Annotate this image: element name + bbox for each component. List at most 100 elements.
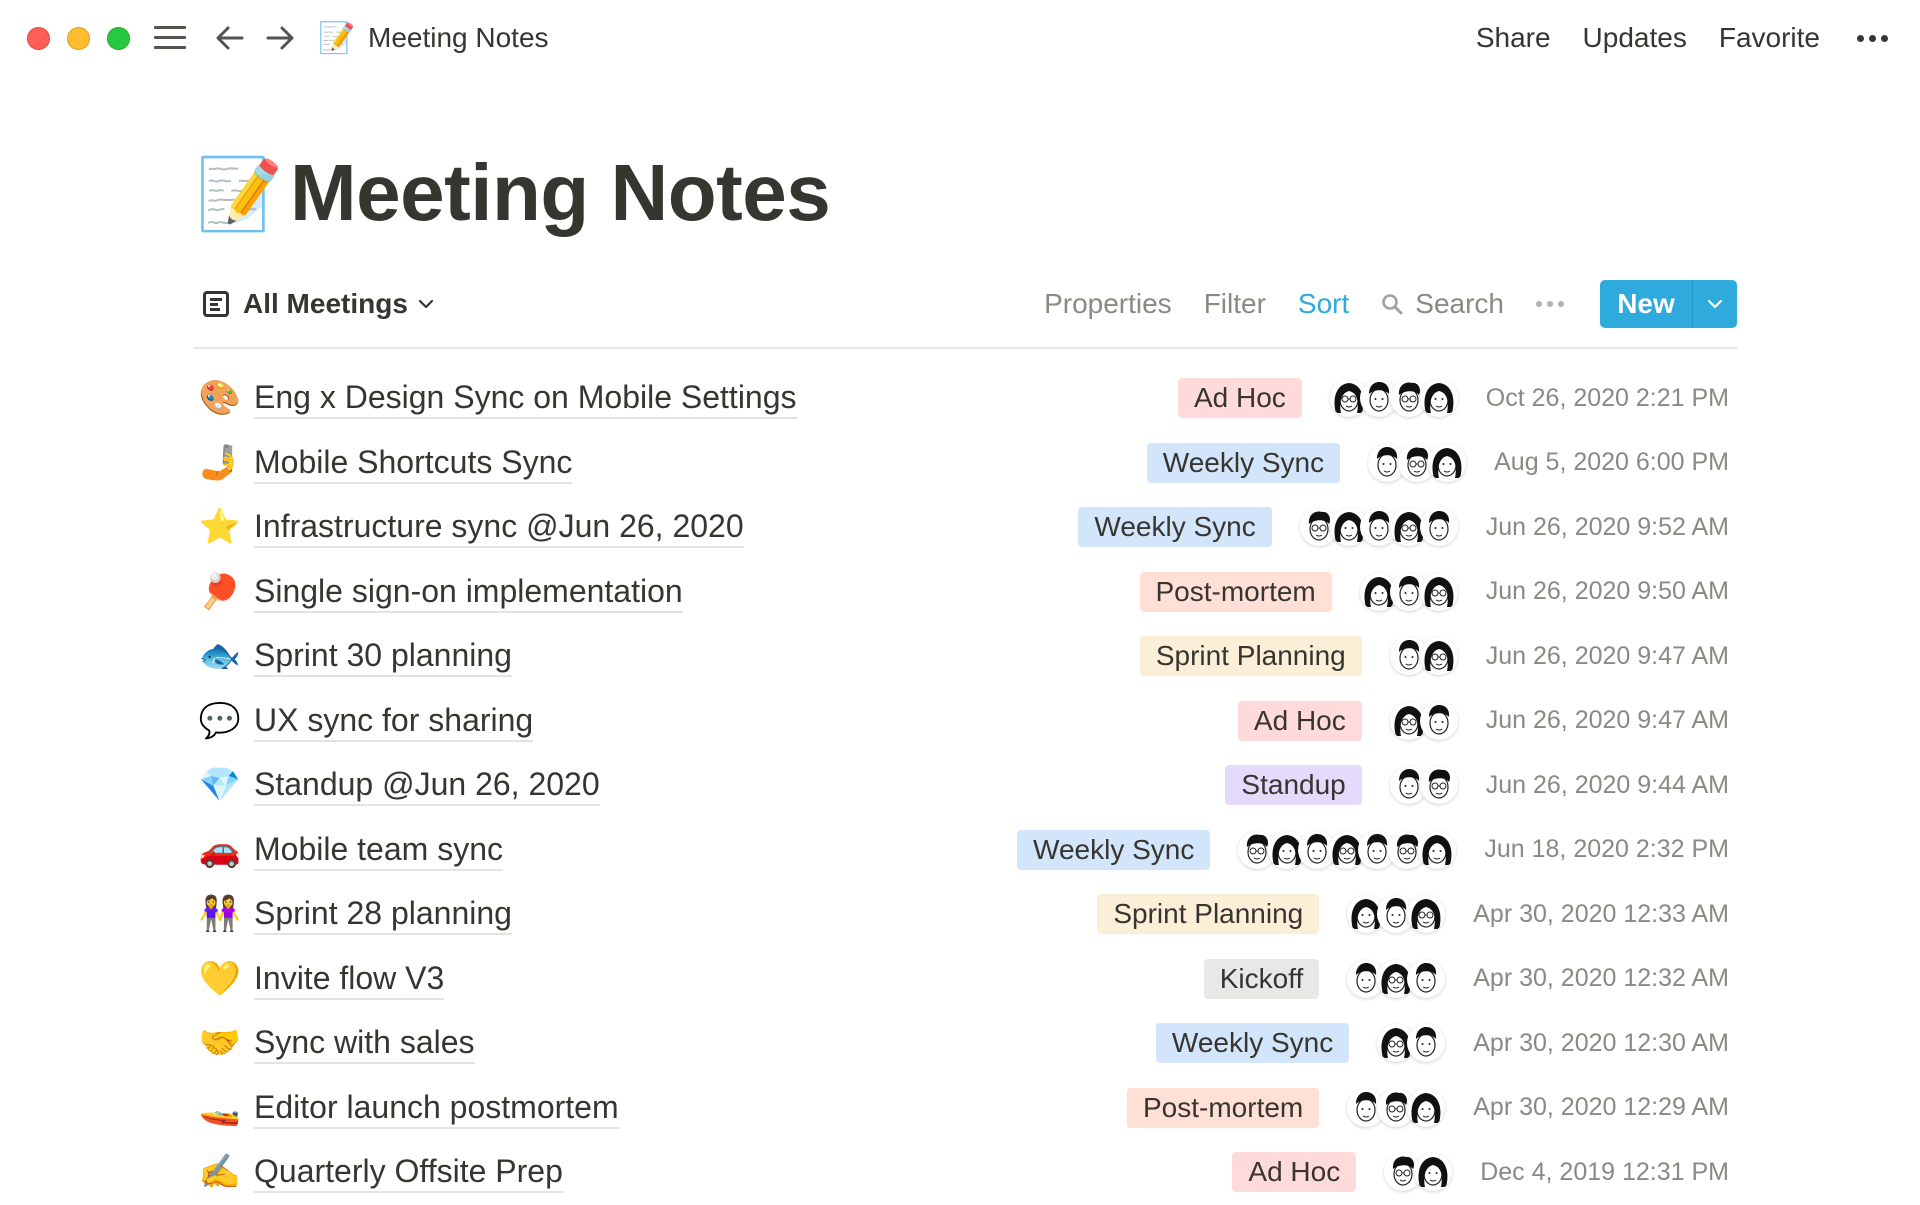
meeting-row[interactable]: 💬 UX sync for sharing Ad Hoc Jun 26, 2020 9… xyxy=(193,689,1737,754)
meeting-properties: Standup Jun 26, 2020 9:44 AM xyxy=(1225,763,1729,807)
meeting-emoji-icon: 💛 xyxy=(198,959,242,998)
avatar xyxy=(1419,572,1458,611)
back-button[interactable] xyxy=(212,20,248,56)
meeting-type-tag[interactable]: Ad Hoc xyxy=(1237,700,1362,741)
meeting-properties: Sprint Planning Jun 26, 2020 9:47 AM xyxy=(1139,634,1729,678)
meeting-type-tag[interactable]: Post-mortem xyxy=(1127,1087,1320,1128)
meeting-title-link[interactable]: Standup @Jun 26, 2020 xyxy=(254,765,600,806)
meeting-type-tag[interactable]: Weekly Sync xyxy=(1017,829,1211,870)
meeting-type-tag[interactable]: Sprint Planning xyxy=(1097,894,1320,934)
meeting-title-link[interactable]: Sync with sales xyxy=(254,1023,475,1064)
attendee-avatars[interactable] xyxy=(1347,959,1446,998)
avatar xyxy=(1418,830,1457,869)
attendee-avatars[interactable] xyxy=(1389,766,1458,804)
view-more-button[interactable] xyxy=(1536,301,1564,307)
attendee-avatars[interactable] xyxy=(1368,443,1467,482)
meeting-properties: Post-mortem Jun 26, 2020 9:50 AM xyxy=(1139,570,1729,614)
favorite-button[interactable]: Favorite xyxy=(1719,20,1820,56)
meeting-title-link[interactable]: Eng x Design Sync on Mobile Settings xyxy=(254,378,797,419)
meeting-emoji-icon: 🐟 xyxy=(198,637,242,675)
meeting-row[interactable]: ⭐ Infrastructure sync @Jun 26, 2020 Weekly… xyxy=(193,495,1737,560)
arrow-left-icon xyxy=(216,26,244,50)
meeting-type-tag[interactable]: Standup xyxy=(1225,765,1362,805)
meeting-created-date: Apr 30, 2020 12:29 AM xyxy=(1473,1093,1729,1121)
chevron-down-icon xyxy=(1707,299,1723,309)
sidebar-toggle-button[interactable] xyxy=(152,20,188,56)
attendee-avatars[interactable] xyxy=(1377,1024,1446,1062)
meeting-title-link[interactable]: Editor launch postmortem xyxy=(254,1088,619,1129)
meeting-emoji-icon: 🏓 xyxy=(198,572,242,611)
meeting-row[interactable]: 🎨 Eng x Design Sync on Mobile Settings Ad … xyxy=(193,366,1737,431)
attendee-avatars[interactable] xyxy=(1389,637,1458,675)
search-label: Search xyxy=(1415,288,1504,319)
meeting-title-link[interactable]: Mobile Shortcuts Sync xyxy=(254,443,573,484)
page-icon[interactable]: 📝 xyxy=(196,152,283,236)
meeting-row[interactable]: 🏓 Single sign-on implementation Post-morte… xyxy=(193,560,1737,625)
meeting-type-tag[interactable]: Ad Hoc xyxy=(1232,1152,1357,1192)
meeting-type-tag[interactable]: Sprint Planning xyxy=(1139,636,1362,676)
search-button[interactable]: Search xyxy=(1381,288,1504,320)
updates-button[interactable]: Updates xyxy=(1583,20,1687,56)
new-button[interactable]: New xyxy=(1600,280,1692,328)
meeting-row[interactable]: ✍️ Quarterly Offsite Prep Ad Hoc Dec 4, 201… xyxy=(193,1140,1737,1205)
meeting-created-date: Dec 4, 2019 12:31 PM xyxy=(1480,1157,1729,1186)
meeting-row[interactable]: 🤳 Mobile Shortcuts Sync Weekly Sync Aug 5, … xyxy=(193,431,1737,496)
meeting-title-link[interactable]: Quarterly Offsite Prep xyxy=(254,1152,563,1193)
attendee-avatars[interactable] xyxy=(1347,895,1446,933)
avatar xyxy=(1419,701,1458,740)
maximize-window-button[interactable] xyxy=(107,27,130,50)
meeting-type-tag[interactable]: Kickoff xyxy=(1203,958,1320,999)
attendee-avatars[interactable] xyxy=(1299,508,1458,546)
list-view-icon xyxy=(203,291,229,317)
meeting-row[interactable]: 🤝 Sync with sales Weekly Sync Apr 30, 2020 … xyxy=(193,1011,1737,1076)
meeting-row[interactable]: 👭 Sprint 28 planning Sprint Planning Apr 30… xyxy=(193,882,1737,947)
meeting-type-tag[interactable]: Weekly Sync xyxy=(1078,507,1272,547)
meeting-row[interactable]: 🚤 Editor launch postmortem Post-mortem Apr … xyxy=(193,1076,1737,1141)
view-name: All Meetings xyxy=(243,288,408,319)
meeting-type-tag[interactable]: Ad Hoc xyxy=(1177,378,1302,418)
sort-button[interactable]: Sort xyxy=(1298,288,1349,320)
new-template-dropdown-button[interactable] xyxy=(1692,280,1737,328)
meeting-type-tag[interactable]: Weekly Sync xyxy=(1155,1023,1350,1063)
meeting-row[interactable]: 🚗 Mobile team sync Weekly Sync Jun 18, 2020… xyxy=(193,818,1737,883)
meeting-type-tag[interactable]: Weekly Sync xyxy=(1146,442,1341,483)
meeting-created-date: Jun 26, 2020 9:50 AM xyxy=(1485,577,1729,605)
hamburger-icon xyxy=(154,26,186,29)
attendee-avatars[interactable] xyxy=(1384,1153,1453,1191)
share-button[interactable]: Share xyxy=(1476,20,1551,56)
avatar xyxy=(1407,1088,1446,1127)
minimize-window-button[interactable] xyxy=(67,27,90,50)
meeting-row[interactable]: 🐟 Sprint 30 planning Sprint Planning Jun 26… xyxy=(193,624,1737,689)
meeting-title-link[interactable]: Sprint 30 planning xyxy=(254,636,512,677)
meeting-title-link[interactable]: UX sync for sharing xyxy=(254,701,534,742)
meeting-row[interactable]: 💎 Standup @Jun 26, 2020 Standup Jun 26, 202… xyxy=(193,753,1737,818)
meeting-created-date: Apr 30, 2020 12:30 AM xyxy=(1473,1028,1729,1057)
page-title[interactable]: Meeting Notes xyxy=(290,145,831,241)
top-actions: Share Updates Favorite xyxy=(1476,20,1920,56)
view-divider xyxy=(193,347,1737,349)
more-dot xyxy=(1880,34,1888,42)
meeting-title-link[interactable]: Mobile team sync xyxy=(254,830,503,871)
breadcrumb-page-title[interactable]: Meeting Notes xyxy=(368,20,549,56)
more-dots-icon xyxy=(1536,301,1542,307)
meeting-row[interactable]: 💛 Invite flow V3 Kickoff Apr 30, 2020 12:32… xyxy=(193,947,1737,1012)
meeting-title-link[interactable]: Infrastructure sync @Jun 26, 2020 xyxy=(254,507,744,548)
attendee-avatars[interactable] xyxy=(1347,1088,1446,1127)
meeting-created-date: Aug 5, 2020 6:00 PM xyxy=(1494,448,1729,476)
meeting-properties: Weekly Sync Jun 26, 2020 9:52 AM xyxy=(1078,505,1729,549)
meeting-type-tag[interactable]: Post-mortem xyxy=(1139,571,1332,612)
filter-button[interactable]: Filter xyxy=(1204,288,1266,320)
attendee-avatars[interactable] xyxy=(1389,701,1458,740)
attendee-avatars[interactable] xyxy=(1329,379,1458,417)
attendee-avatars[interactable] xyxy=(1359,572,1458,611)
meeting-title-link[interactable]: Invite flow V3 xyxy=(254,959,445,1000)
avatar xyxy=(1428,443,1467,482)
view-selector[interactable]: All Meetings xyxy=(203,280,434,328)
meeting-title-link[interactable]: Single sign-on implementation xyxy=(254,572,683,613)
more-options-button[interactable] xyxy=(1852,34,1892,42)
forward-button[interactable] xyxy=(262,20,298,56)
meeting-title-link[interactable]: Sprint 28 planning xyxy=(254,894,512,935)
close-window-button[interactable] xyxy=(27,27,50,50)
attendee-avatars[interactable] xyxy=(1238,830,1457,869)
properties-button[interactable]: Properties xyxy=(1044,288,1172,320)
